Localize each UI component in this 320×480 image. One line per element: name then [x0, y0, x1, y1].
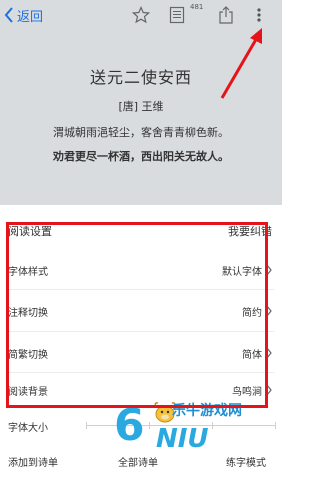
share-button[interactable]	[215, 4, 237, 26]
star-icon	[132, 6, 150, 24]
setting-value: 鸟鸣涧	[232, 387, 262, 398]
font-size-label: 字体大小	[8, 423, 48, 434]
chevron-left-icon	[4, 7, 13, 23]
back-label: 返回	[17, 9, 44, 25]
site-watermark: 6 NIU 乐牛游戏网	[112, 400, 282, 466]
logo-niu: NIU	[156, 424, 209, 454]
chevron-right-icon	[266, 264, 272, 276]
top-navigation: 返回 481	[0, 0, 282, 30]
setting-label: 简繁切换	[8, 350, 48, 361]
add-to-list-button[interactable]: 添加到诗单	[8, 454, 58, 469]
setting-value: 默认字体	[222, 267, 262, 278]
notes-count-badge: 481	[190, 3, 204, 11]
poem-line: 渭城朝雨浥轻尘，客舍青青柳色新。	[53, 126, 229, 139]
chevron-right-icon	[266, 347, 272, 359]
more-button[interactable]	[252, 4, 266, 26]
notes-button[interactable]	[166, 4, 188, 26]
setting-label: 字体样式	[8, 267, 48, 278]
divider	[8, 331, 274, 332]
chevron-right-icon	[266, 384, 272, 396]
slider-tick	[86, 422, 87, 429]
panel-title: 阅读设置	[8, 225, 52, 238]
poem-title: 送元二使安西	[89, 68, 192, 87]
logo-six: 6	[114, 400, 145, 451]
favorite-button[interactable]	[130, 4, 152, 26]
setting-row-script[interactable]: 简繁切换 简体	[0, 335, 282, 371]
more-icon	[257, 8, 261, 22]
divider	[8, 289, 274, 290]
brand-name: 乐牛游戏网	[172, 403, 242, 419]
poem-author: [唐] 王维	[118, 100, 164, 113]
share-icon	[219, 6, 233, 24]
setting-row-annotation[interactable]: 注释切换 简约	[0, 293, 282, 329]
poem-view: 返回 481 送元二使安西 [唐] 王维 渭城朝雨浥轻尘，客舍青青柳色新。 劝君…	[0, 0, 282, 205]
poem-line: 劝君更尽一杯酒，西出阳关无故人。	[53, 150, 229, 163]
setting-value: 简体	[242, 350, 262, 361]
setting-label: 注释切换	[8, 308, 48, 319]
back-button[interactable]: 返回	[4, 5, 43, 25]
report-error-button[interactable]: 我要纠错	[228, 223, 272, 239]
setting-row-font-style[interactable]: 字体样式 默认字体	[0, 252, 282, 288]
setting-label: 阅读背景	[8, 387, 48, 398]
chevron-right-icon	[266, 305, 272, 317]
document-icon	[169, 6, 185, 24]
setting-value: 简约	[242, 308, 262, 319]
